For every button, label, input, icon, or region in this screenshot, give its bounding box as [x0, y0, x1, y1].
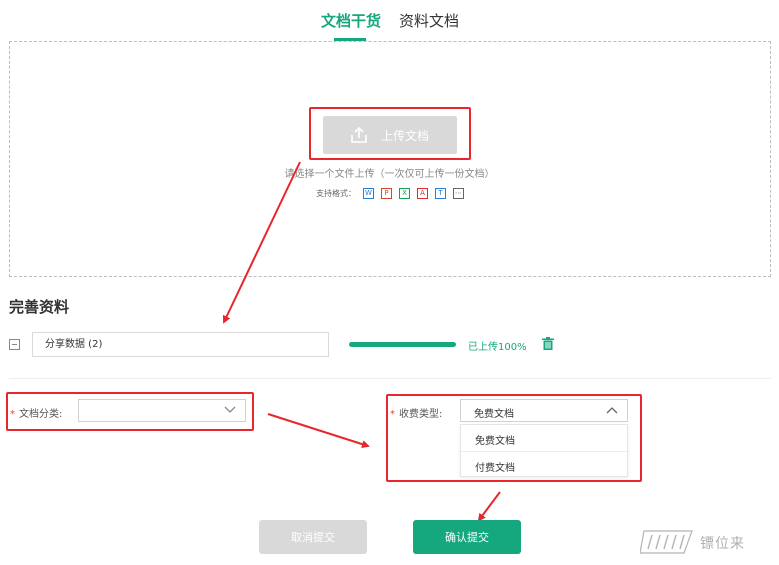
- cancel-submit-button[interactable]: 取消提交: [259, 520, 367, 554]
- section-title: 完善资料: [9, 298, 70, 316]
- watermark-text: 镖位来: [700, 536, 745, 552]
- file-checkbox[interactable]: [9, 339, 20, 350]
- upload-progress-bar: [349, 342, 456, 347]
- annotation-arrow-3: [477, 491, 501, 522]
- watermark: 镖位来: [640, 525, 770, 557]
- formats-label: 支持格式：: [316, 188, 356, 198]
- other-format-icon: ⋯: [453, 187, 464, 199]
- tab-resource-documents[interactable]: 资料文档: [399, 10, 459, 31]
- tab-bar: 文档干货 资料文档: [0, 0, 779, 44]
- pdf-icon: A: [417, 187, 428, 199]
- annotation-arrow-2: [267, 413, 370, 448]
- tab-document-tips[interactable]: 文档干货: [321, 10, 381, 31]
- watermark-logo-icon: [640, 530, 693, 554]
- excel-icon: X: [399, 187, 410, 199]
- annotation-box-upload: [309, 107, 471, 160]
- annotation-box-fee-type: [386, 394, 642, 482]
- trash-icon[interactable]: [542, 337, 554, 350]
- text-icon: T: [435, 187, 446, 199]
- upload-hint-text: 请选择一个文件上传（一次仅可上传一份文档）: [284, 169, 495, 180]
- confirm-submit-button[interactable]: 确认提交: [413, 520, 521, 554]
- powerpoint-icon: P: [381, 187, 392, 199]
- upload-progress-text: 已上传100%: [468, 342, 527, 353]
- file-name-field[interactable]: 分享数据 (2): [32, 332, 329, 357]
- word-icon: W: [363, 187, 374, 199]
- supported-formats: 支持格式： W P X A T ⋯: [316, 186, 464, 200]
- divider: [9, 378, 771, 379]
- annotation-box-category: [6, 392, 254, 431]
